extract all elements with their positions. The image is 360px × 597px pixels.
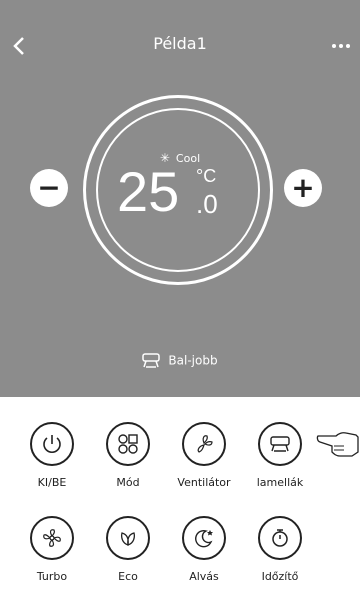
increase-temp-button[interactable]: +	[284, 169, 322, 207]
mode-button[interactable]: Mód	[88, 422, 168, 489]
page-title: Példa1	[153, 34, 207, 53]
decrease-temp-button[interactable]: −	[30, 169, 68, 207]
fan-label: Ventilátor	[177, 476, 231, 489]
louver-label: lamellák	[256, 476, 304, 489]
power-button[interactable]: KI/BE	[12, 422, 92, 489]
louver-icon	[258, 422, 302, 466]
temperature-decimal: .0	[196, 189, 218, 219]
mode-grid-icon	[106, 422, 150, 466]
louver-status: Bal-jobb	[0, 353, 360, 369]
temperature-value: 25	[117, 160, 180, 223]
turbo-button[interactable]: Turbo	[12, 516, 92, 583]
mode-label: Cool	[175, 152, 201, 165]
mode-label: Mód	[116, 476, 140, 489]
more-icon[interactable]	[330, 42, 352, 50]
climate-panel: Példa1 − + ✳ Cool 25 °C .0 Bal-jobb	[0, 0, 360, 397]
eco-label: Eco	[118, 570, 138, 583]
timer-label: Időzítő	[261, 570, 299, 583]
louver-icon	[142, 353, 161, 368]
timer-button[interactable]: Időzítő	[240, 516, 320, 583]
eco-button[interactable]: Eco	[88, 516, 168, 583]
turbo-fan-icon	[30, 516, 74, 560]
mode-indicator: ✳ Cool	[0, 151, 360, 165]
timer-icon	[258, 516, 302, 560]
sleep-icon	[182, 516, 226, 560]
fan-button[interactable]: Ventilátor	[164, 422, 244, 489]
sleep-button[interactable]: Alvás	[164, 516, 244, 583]
pointing-hand-icon	[316, 432, 359, 457]
power-icon	[30, 422, 74, 466]
louver-label: Bal-jobb	[168, 353, 218, 368]
leaf-icon	[106, 516, 150, 560]
temperature-unit: °C	[196, 166, 217, 186]
louver-button[interactable]: lamellák	[240, 422, 320, 489]
sleep-label: Alvás	[189, 570, 219, 583]
turbo-label: Turbo	[36, 570, 68, 583]
fan-icon	[182, 422, 226, 466]
power-label: KI/BE	[37, 476, 67, 489]
